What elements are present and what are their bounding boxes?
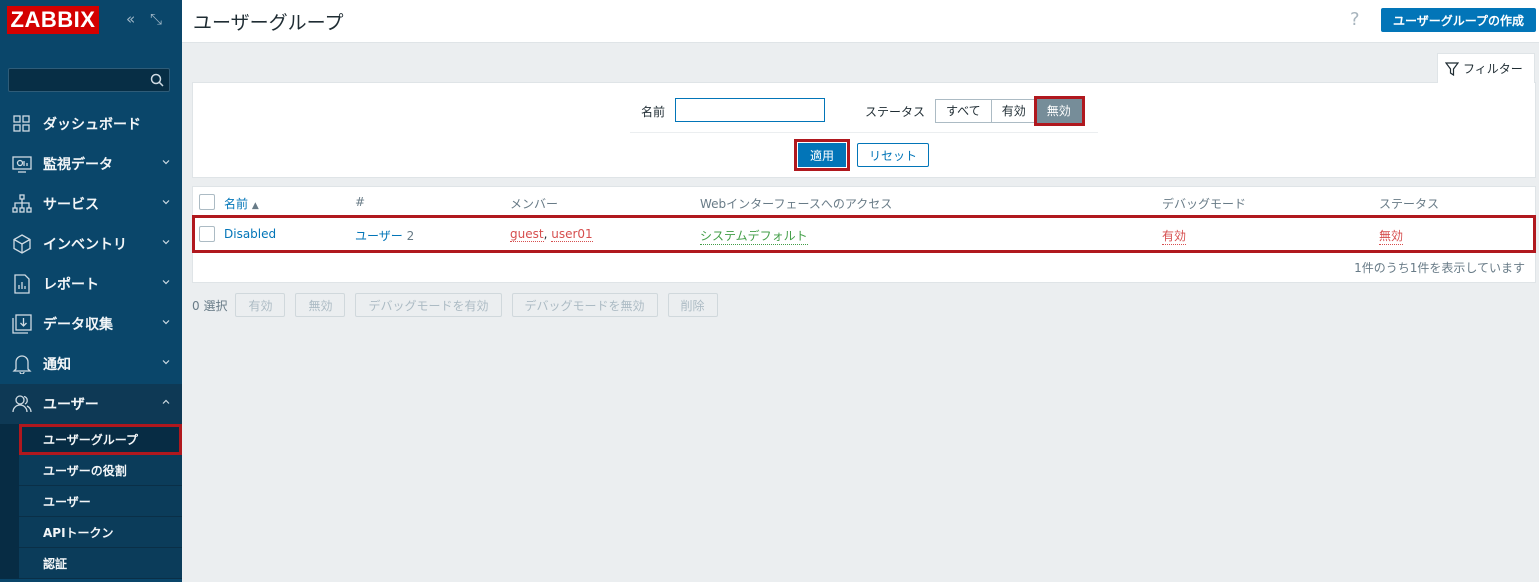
sort-ascending-icon: ▲ [251, 201, 259, 211]
chevron-down-icon [162, 200, 170, 205]
status-filter-label: ステータス [865, 105, 926, 119]
menu-item-label: レポート [43, 277, 99, 293]
users-count-link[interactable]: ユーザー 2 [355, 227, 414, 244]
mass-enable-button[interactable]: 有効 [235, 293, 286, 317]
column-header-debug-mode: デバッグモード [1162, 197, 1247, 211]
row-checkbox[interactable] [199, 226, 215, 242]
member-link[interactable]: user01 [551, 227, 593, 242]
sidebar: ZABBIX « ⤡ ダッシュボード 監視データ サービス インベントリ レポー… [0, 0, 182, 582]
submenu-item-user-groups[interactable]: ユーザーグループ [19, 424, 182, 455]
menu-item-monitoring[interactable]: 監視データ [0, 144, 182, 184]
menu-item-label: インベントリ [43, 237, 127, 253]
submenu-item-api-tokens[interactable]: APIトークン [19, 517, 182, 548]
menu-item-label: 通知 [43, 357, 71, 373]
filter-tab[interactable]: フィルター [1437, 53, 1535, 83]
chevron-down-icon [162, 240, 170, 245]
column-header-web-access: Webインターフェースへのアクセス [700, 197, 893, 211]
column-header-count: # [355, 195, 366, 209]
reports-icon [11, 273, 33, 295]
menu-item-users[interactable]: ユーザー [0, 384, 182, 424]
sidebar-search-input[interactable] [8, 68, 170, 92]
name-filter-label: 名前 [641, 105, 666, 119]
column-header-status: ステータス [1379, 197, 1440, 211]
reset-button[interactable]: リセット [857, 143, 929, 167]
main-menu: ダッシュボード 監視データ サービス インベントリ レポート データ収集 通知 … [0, 104, 182, 579]
chevron-down-icon [162, 320, 170, 325]
inventory-icon [11, 233, 33, 255]
alerts-icon [11, 353, 33, 375]
menu-item-label: 監視データ [43, 157, 113, 173]
menu-item-services[interactable]: サービス [0, 184, 182, 224]
selected-count: 0 選択 [192, 298, 228, 313]
search-icon[interactable] [150, 73, 164, 87]
menu-item-data-collection[interactable]: データ収集 [0, 304, 182, 344]
menu-item-inventory[interactable]: インベントリ [0, 224, 182, 264]
menu-item-label: データ収集 [43, 317, 113, 333]
status-value[interactable]: 無効 [1379, 227, 1404, 245]
status-option-disabled[interactable]: 無効 [1033, 96, 1085, 126]
status-option-any[interactable]: すべて [935, 99, 992, 123]
help-icon[interactable]: ? [1350, 9, 1360, 30]
users-icon [11, 393, 33, 415]
group-name-link[interactable]: Disabled [224, 227, 276, 241]
column-header-name-label: 名前 [224, 197, 249, 211]
filter-divider [630, 132, 1098, 133]
filter-icon [1445, 61, 1459, 76]
menu-item-label: サービス [43, 197, 99, 213]
users-link-label: ユーザー [355, 229, 403, 243]
menu-item-dashboard[interactable]: ダッシュボード [0, 104, 182, 144]
data-collection-icon [11, 313, 33, 335]
user-groups-table: 名前 ▲ # メンバー Webインターフェースへのアクセス デバッグモード ステ… [192, 186, 1536, 283]
users-count: 2 [406, 229, 415, 243]
chevron-up-icon [162, 399, 170, 404]
kiosk-mode-icon[interactable]: ⤡ [150, 10, 162, 28]
table-footer-count: 1件のうち1件を表示しています [1354, 261, 1525, 275]
status-filter-segmented: すべて 有効 無効 [935, 96, 1085, 126]
member-link[interactable]: guest [510, 227, 544, 242]
menu-item-label: ダッシュボード [43, 117, 141, 133]
mass-delete-button[interactable]: 削除 [667, 293, 718, 317]
menu-item-reports[interactable]: レポート [0, 264, 182, 304]
monitoring-icon [11, 153, 33, 175]
chevron-down-icon [162, 280, 170, 285]
collapse-sidebar-icon[interactable]: « [126, 10, 135, 28]
zabbix-logo[interactable]: ZABBIX [7, 6, 99, 34]
menu-item-alerts[interactable]: 通知 [0, 344, 182, 384]
create-user-group-button[interactable]: ユーザーグループの作成 [1381, 8, 1536, 32]
page-title: ユーザーグループ [193, 12, 344, 34]
mass-disable-debug-button[interactable]: デバッグモードを無効 [511, 293, 658, 317]
apply-button[interactable]: 適用 [794, 139, 850, 171]
filter-tab-label: フィルター [1463, 62, 1523, 76]
chevron-down-icon [162, 160, 170, 165]
members-cell: guest, user01 [510, 227, 593, 242]
member-separator: , [543, 227, 548, 241]
column-header-name[interactable]: 名前 ▲ [224, 195, 259, 212]
submenu-item-user-roles[interactable]: ユーザーの役割 [19, 455, 182, 486]
users-submenu: ユーザーグループ ユーザーの役割 ユーザー APIトークン 認証 [0, 424, 182, 579]
status-option-enabled[interactable]: 有効 [991, 99, 1037, 123]
mass-enable-debug-button[interactable]: デバッグモードを有効 [355, 293, 502, 317]
mass-disable-button[interactable]: 無効 [295, 293, 346, 317]
name-filter-input[interactable] [675, 98, 825, 122]
services-icon [11, 193, 33, 215]
select-all-checkbox[interactable] [199, 194, 215, 210]
chevron-down-icon [162, 360, 170, 365]
column-header-members: メンバー [510, 197, 559, 211]
debug-mode-value[interactable]: 有効 [1162, 227, 1187, 245]
page-header: ユーザーグループ ? ユーザーグループの作成 [182, 0, 1539, 43]
web-access-value[interactable]: システムデフォルト [700, 227, 808, 245]
submenu-item-users[interactable]: ユーザー [19, 486, 182, 517]
mass-actions-bar: 0 選択 有効 無効 デバッグモードを有効 デバッグモードを無効 削除 [192, 293, 728, 317]
filter-panel: 名前 ステータス すべて 有効 無効 適用 リセット [192, 82, 1536, 178]
submenu-item-authentication[interactable]: 認証 [19, 548, 182, 579]
dashboard-icon [11, 113, 33, 135]
menu-item-label: ユーザー [43, 397, 99, 413]
